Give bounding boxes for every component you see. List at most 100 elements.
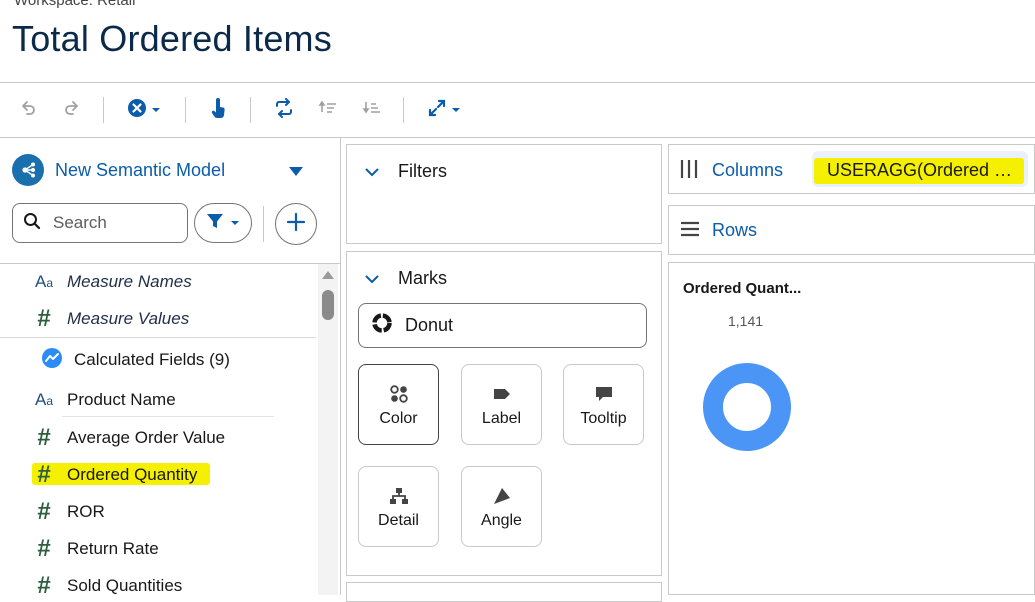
sort-ascending-icon: [318, 98, 338, 123]
sort-descending-icon: [362, 98, 382, 123]
field-item[interactable]: # Average Order Value: [0, 423, 316, 453]
field-item[interactable]: # Measure Values: [0, 304, 316, 334]
search-field: [12, 203, 188, 243]
chevron-down-icon: [230, 214, 240, 232]
field-label: Product Name: [67, 390, 176, 409]
angle-label: Angle: [481, 511, 522, 529]
color-button[interactable]: Color: [358, 364, 439, 445]
toolbar-separator: [403, 97, 404, 123]
field-label: Measure Names: [67, 272, 192, 291]
label-button[interactable]: Label: [461, 364, 542, 445]
field-item[interactable]: Aa Measure Names: [0, 267, 316, 297]
divider: [0, 263, 340, 264]
search-input[interactable]: [51, 212, 175, 234]
angle-button[interactable]: Angle: [461, 466, 542, 547]
calculated-field-icon: [40, 347, 64, 374]
field-label: Ordered Quantity: [67, 465, 198, 484]
add-button[interactable]: [275, 203, 317, 245]
rows-icon: [680, 221, 700, 242]
divider: [263, 206, 264, 242]
columns-pill-label: USERAGG(Ordered Qu...: [827, 160, 1017, 180]
tooltip-label: Tooltip: [580, 409, 627, 427]
field-item[interactable]: # Return Rate: [0, 534, 316, 564]
color-label: Color: [379, 409, 418, 427]
columns-icon: [680, 159, 698, 184]
text-field-icon: Aa: [34, 272, 54, 291]
filters-title: Filters: [398, 161, 447, 181]
toolbar-separator: [250, 97, 251, 123]
number-field-icon: #: [37, 572, 51, 599]
sort-ascending-button[interactable]: [316, 95, 340, 125]
chevron-down-icon: [364, 272, 380, 289]
number-field-icon: #: [37, 424, 51, 451]
undo-button[interactable]: [16, 95, 40, 125]
mark-type-select[interactable]: Donut: [358, 303, 647, 348]
field-item[interactable]: # Sold Quantities: [0, 571, 316, 601]
swap-icon: [274, 97, 294, 123]
divider: [340, 138, 341, 595]
clear-menu-button[interactable]: [124, 95, 164, 125]
semantic-model-icon: [12, 154, 44, 186]
donut-slice[interactable]: [703, 363, 791, 451]
redo-icon: [62, 98, 82, 123]
field-label: Measure Values: [67, 309, 190, 328]
filters-toggle[interactable]: [364, 165, 380, 183]
fit-menu-button[interactable]: [424, 95, 464, 125]
filters-section: [346, 144, 662, 244]
field-item[interactable]: # ROR: [0, 497, 316, 527]
text-field-icon: Aa: [34, 390, 54, 409]
detail-label: Detail: [378, 511, 419, 529]
touch-icon: [208, 97, 228, 124]
marks-toggle[interactable]: [364, 272, 380, 290]
field-label: Calculated Fields (9): [74, 350, 230, 369]
scroll-up-icon[interactable]: [320, 268, 336, 286]
color-icon: [389, 382, 409, 406]
divider: [62, 416, 274, 417]
number-field-icon: #: [37, 498, 51, 525]
chevron-down-icon: [451, 101, 461, 119]
filter-menu-button[interactable]: [194, 203, 252, 243]
field-label: Sold Quantities: [67, 576, 183, 595]
scrollbar-thumb[interactable]: [322, 290, 334, 320]
tooltip-button[interactable]: Tooltip: [563, 364, 644, 445]
field-label: Average Order Value: [67, 428, 226, 447]
next-section: [346, 582, 662, 602]
toolbar: [0, 83, 1035, 137]
field-label: ROR: [67, 502, 105, 521]
model-dropdown-button[interactable]: [288, 165, 304, 183]
donut-icon: [371, 312, 393, 339]
detail-button[interactable]: Detail: [358, 466, 439, 547]
chevron-down-icon: [364, 165, 380, 182]
touch-button[interactable]: [206, 95, 230, 125]
tooltip-icon: [594, 382, 614, 406]
sort-descending-button[interactable]: [360, 95, 384, 125]
donut-chart[interactable]: [690, 350, 804, 464]
breadcrumb: Workspace: Retail: [14, 0, 136, 9]
chevron-down-icon: [151, 101, 161, 119]
viz-value-label: 1,141: [728, 313, 764, 329]
tag-icon: [492, 382, 512, 406]
chevron-down-icon: [288, 165, 304, 182]
columns-label: Columns: [712, 160, 784, 180]
viz-title: Ordered Quant...: [683, 280, 802, 297]
filter-icon: [206, 212, 224, 235]
redo-button[interactable]: [60, 95, 84, 125]
angle-icon: [492, 484, 512, 508]
undo-icon: [18, 98, 38, 123]
rows-label: Rows: [712, 220, 758, 240]
hierarchy-icon: [389, 484, 409, 508]
plus-icon: [286, 212, 306, 237]
toolbar-separator: [103, 97, 104, 123]
label-label: Label: [481, 409, 522, 427]
fit-icon: [427, 98, 447, 123]
swap-button[interactable]: [272, 95, 296, 125]
search-icon: [23, 212, 41, 235]
divider: [0, 337, 316, 338]
field-item[interactable]: Aa Product Name: [0, 385, 316, 415]
page-title: Total Ordered Items: [12, 18, 332, 59]
marks-title: Marks: [398, 268, 447, 288]
calculated-fields-folder[interactable]: Calculated Fields (9): [0, 345, 316, 375]
field-item[interactable]: # Ordered Quantity: [0, 460, 316, 490]
semantic-model-name[interactable]: New Semantic Model: [55, 160, 225, 181]
clear-icon: [127, 98, 147, 123]
